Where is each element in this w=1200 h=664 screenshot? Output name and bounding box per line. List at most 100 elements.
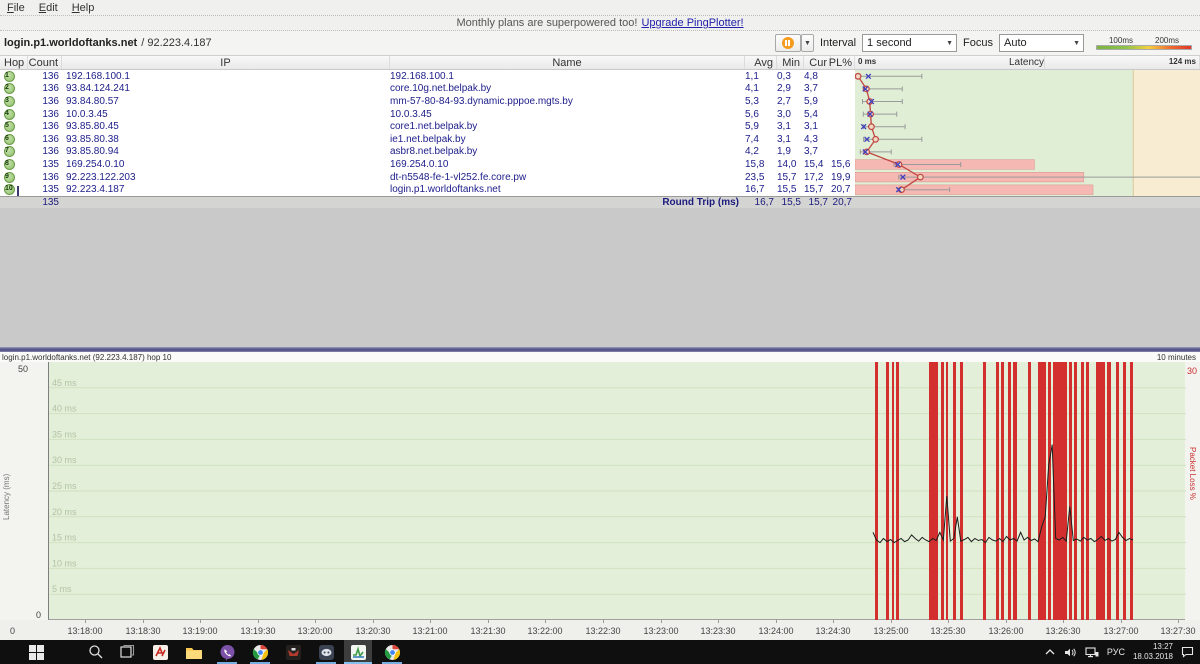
pause-button[interactable] — [774, 34, 801, 52]
timeline-graph-area: 50 0 Latency (ms) 30 Packet Loss % 45 ms… — [0, 362, 1200, 620]
cell-cur: 15,4 — [804, 158, 824, 170]
file-explorer-icon[interactable] — [180, 640, 208, 664]
scale-100ms-label: 100ms — [1108, 36, 1133, 45]
viber-icon[interactable] — [213, 640, 241, 664]
tray-date: 18.03.2018 — [1132, 652, 1173, 661]
header-cur[interactable]: Cur — [804, 56, 831, 69]
cell-count: 136 — [42, 95, 59, 107]
menu-item-help[interactable]: Help — [65, 2, 102, 14]
cell-ip: 93.84.124.241 — [66, 83, 130, 95]
cell-ip: 93.85.80.94 — [66, 146, 119, 158]
world-of-tanks-icon[interactable] — [279, 640, 307, 664]
header-name[interactable]: Name — [390, 56, 745, 69]
red-stamp-app-icon[interactable] — [146, 640, 174, 664]
cell-ip: 92.223.122.203 — [66, 171, 136, 183]
clock[interactable]: 13:27 18.03.2018 — [1133, 642, 1173, 662]
x-axis-tick — [776, 620, 777, 623]
pingplotter-window: File Edit Help Monthly plans are superpowe… — [0, 0, 1200, 664]
pause-dropdown-button[interactable]: ▼ — [800, 34, 814, 52]
x-axis-tick — [143, 620, 144, 623]
round-trip-label: Round Trip (ms) — [662, 197, 739, 208]
latency-min-label: 0 ms — [858, 57, 877, 66]
hop-number-badge: 1 — [4, 70, 15, 82]
round-trip-pl: 20,7 — [832, 197, 852, 208]
x-axis-zero-label: 0 — [10, 626, 16, 636]
upgrade-link[interactable]: Upgrade PingPlotter! — [641, 17, 743, 29]
pause-icon — [781, 37, 794, 49]
header-ip[interactable]: IP — [62, 56, 390, 69]
hop-number-badge: 2 — [4, 83, 15, 95]
pingplotter-icon[interactable] — [344, 640, 372, 664]
x-axis-tick — [430, 620, 431, 623]
search-icon[interactable] — [82, 640, 110, 664]
network-icon[interactable] — [1085, 646, 1099, 658]
cell-cur: 4,3 — [804, 133, 818, 145]
cell-avg: 5,6 — [745, 108, 759, 120]
x-axis-time-label: 13:23:30 — [700, 626, 736, 636]
upgrade-banner: Monthly plans are superpowered too! Upgr… — [0, 15, 1200, 31]
windows-taskbar: РУС 13:27 18.03.2018 — [0, 640, 1200, 664]
cell-min: 15,7 — [777, 171, 797, 183]
chrome-icon[interactable] — [246, 640, 274, 664]
cell-name: 192.168.100.1 — [390, 70, 454, 82]
cell-count: 136 — [42, 146, 59, 158]
cell-cur: 3,7 — [804, 83, 818, 95]
cell-count: 136 — [42, 121, 59, 133]
speaker-icon[interactable] — [1064, 647, 1077, 658]
task-view-icon[interactable] — [113, 640, 141, 664]
tray-time: 13:27 — [1152, 642, 1173, 651]
table-header: Hop Count IP Name Avg Min Cur PL% 0 ms L… — [0, 56, 1200, 70]
header-hop[interactable]: Hop — [0, 56, 28, 69]
cell-name: ie1.net.belpak.by — [390, 133, 466, 145]
cell-ip: 93.85.80.45 — [66, 121, 119, 133]
x-axis-tick — [603, 620, 604, 623]
cell-min: 3,1 — [777, 121, 791, 133]
action-center-icon[interactable] — [1181, 646, 1194, 658]
tray-chevron-up-icon[interactable] — [1044, 647, 1056, 657]
header-count[interactable]: Count — [28, 56, 62, 69]
start-button[interactable] — [22, 640, 50, 664]
chrome-profile-icon[interactable] — [378, 640, 406, 664]
cell-name: core1.net.belpak.by — [390, 121, 478, 133]
timeline-plot[interactable]: 45 ms 40 ms 35 ms 30 ms 25 ms 20 ms 15 ms 10 ms… — [48, 362, 1186, 620]
language-indicator[interactable]: РУС — [1107, 647, 1125, 657]
svg-text:15 ms: 15 ms — [52, 533, 77, 543]
interval-select[interactable]: 1 second ▼ — [862, 34, 958, 52]
cell-cur: 5,4 — [804, 108, 818, 120]
cell-avg: 5,3 — [745, 95, 759, 107]
focus-select[interactable]: Auto ▼ — [999, 34, 1084, 52]
cell-count: 136 — [42, 108, 59, 120]
x-axis-tick — [373, 620, 374, 623]
header-latency[interactable]: 0 ms Latency 124 ms — [855, 56, 1200, 69]
x-axis-tick — [891, 620, 892, 623]
x-axis-tick — [315, 620, 316, 623]
header-pl[interactable]: PL% — [829, 56, 855, 69]
target-host: login.p1.worldoftanks.net — [4, 37, 138, 49]
menu-item-edit[interactable]: Edit — [32, 2, 65, 14]
x-axis-time-label: 13:19:30 — [240, 626, 276, 636]
x-axis-tick — [833, 620, 834, 623]
cell-count: 136 — [42, 133, 59, 145]
header-avg[interactable]: Avg — [745, 56, 777, 69]
hop-number-badge: 5 — [4, 121, 15, 133]
x-axis-tick — [1006, 620, 1007, 623]
round-trip-cur: 15,7 — [808, 197, 828, 208]
round-trip-count: 135 — [42, 197, 59, 208]
cell-min: 2,9 — [777, 83, 791, 95]
hop-number-badge: 8 — [4, 158, 15, 170]
cell-name: 169.254.0.10 — [390, 158, 449, 170]
x-axis-time-label: 13:19:00 — [182, 626, 218, 636]
x-axis-time-label: 13:21:30 — [470, 626, 506, 636]
svg-text:5 ms: 5 ms — [52, 584, 72, 594]
cell-ip: 93.84.80.57 — [66, 95, 119, 107]
round-trip-row: 135 Round Trip (ms) 16,7 15,5 15,7 20,7 — [0, 196, 1200, 208]
latency-minigraph[interactable] — [854, 70, 1200, 196]
x-axis-tick — [1178, 620, 1179, 623]
discord-icon[interactable] — [312, 640, 340, 664]
cell-name: asbr8.net.belpak.by — [390, 146, 478, 158]
menu-item-file[interactable]: File — [0, 2, 32, 14]
target-ip: / 92.223.4.187 — [141, 37, 212, 49]
svg-text:40 ms: 40 ms — [52, 404, 77, 414]
round-trip-min: 15,5 — [781, 197, 801, 208]
header-min[interactable]: Min — [777, 56, 804, 69]
